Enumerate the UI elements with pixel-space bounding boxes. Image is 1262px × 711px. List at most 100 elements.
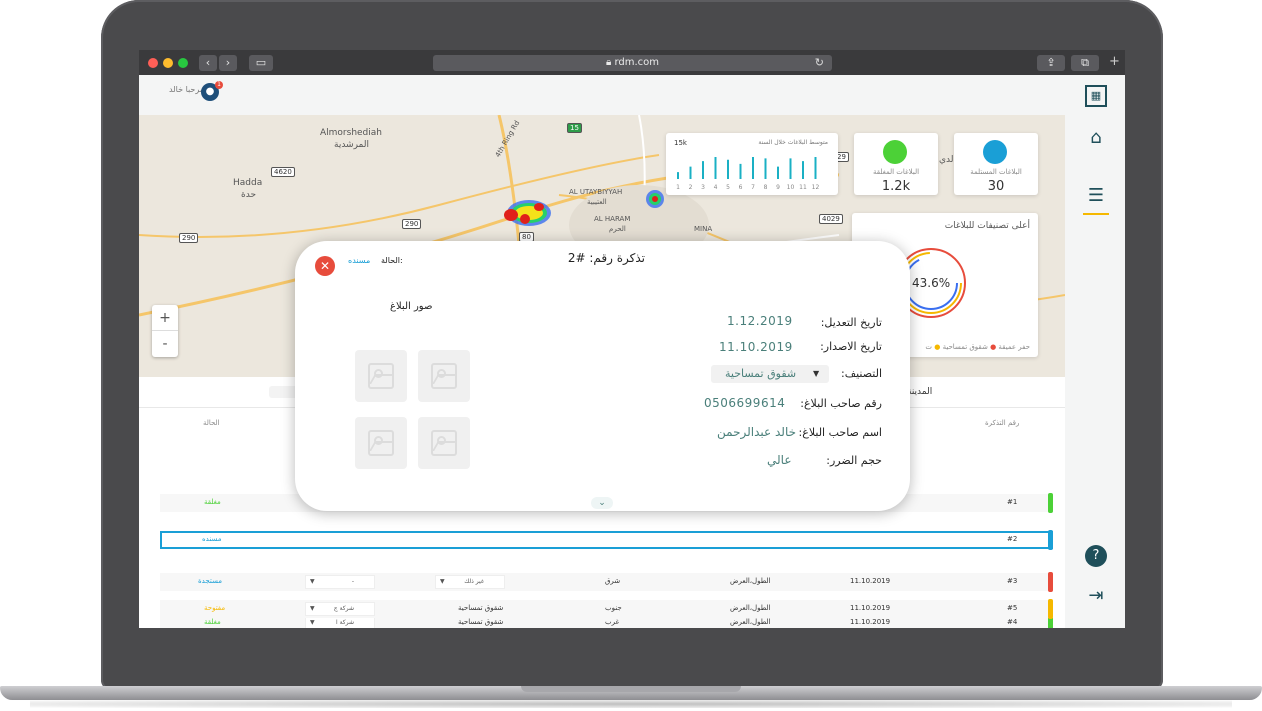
map-label-utaybiyyah-ar: العتيبية xyxy=(587,198,607,206)
date-cell: 11.10.2019 xyxy=(850,604,891,612)
zoom-control: + - xyxy=(152,305,178,357)
map-label-almorshediah: Almorshediah xyxy=(320,128,382,138)
zoom-in-button[interactable]: + xyxy=(152,305,178,331)
image-icon xyxy=(368,430,394,456)
menu-icon[interactable]: ☰ xyxy=(1085,185,1107,207)
table-row[interactable]: #5 11.10.2019 الطول،العرض جنوب شقوق تمسا… xyxy=(160,599,1053,619)
reload-icon[interactable]: ↻ xyxy=(815,55,824,71)
mini-bar-chart: متوسط البلاغات خلال السنة 15k 1234567891… xyxy=(666,133,838,195)
phone-value: 0506699614 xyxy=(704,396,786,410)
direction-cell: غرب xyxy=(605,618,620,626)
status-bar xyxy=(1048,493,1053,513)
photos-title: صور البلاغ xyxy=(390,301,433,312)
sidebar-toggle-icon[interactable]: ▭ xyxy=(249,55,273,71)
chart-bar xyxy=(764,158,767,179)
legend-item: ت xyxy=(925,343,932,351)
chevron-down-icon: ▼ xyxy=(310,578,315,585)
minimize-window-button[interactable] xyxy=(163,58,173,68)
stat-received-indicator xyxy=(983,140,1007,164)
photo-placeholder[interactable] xyxy=(418,417,470,469)
logout-icon[interactable]: ⇥ xyxy=(1085,585,1107,607)
map-label-utaybiyyah: AL UTAYBIYYAH xyxy=(569,188,623,196)
chart-tick-label: 3 xyxy=(701,184,705,191)
status-text: مفتوحة xyxy=(204,604,226,612)
photo-placeholder[interactable] xyxy=(418,350,470,402)
chart-bar xyxy=(714,157,717,179)
team-dropdown[interactable]: ▼ شركة ج xyxy=(305,602,375,616)
home-icon[interactable]: ⌂ xyxy=(1085,127,1107,149)
close-window-button[interactable] xyxy=(148,58,158,68)
chart-bar xyxy=(789,158,792,179)
forward-button[interactable]: › xyxy=(219,55,237,71)
dropdown-value: غير ذلك xyxy=(464,578,484,585)
stat-closed-indicator xyxy=(883,140,907,164)
chart-bar xyxy=(702,161,704,179)
notification-badge: 1 xyxy=(215,81,223,89)
ticket-id: #1 xyxy=(1007,498,1018,506)
status-text: مستجدة xyxy=(198,577,222,585)
tabs-icon[interactable]: ⧉ xyxy=(1071,55,1099,71)
chevron-down-icon[interactable]: ⌄ xyxy=(591,497,613,509)
chart-tick-label: 4 xyxy=(714,184,718,191)
photo-placeholder[interactable] xyxy=(355,350,407,402)
chevron-down-icon: ▼ xyxy=(310,605,315,612)
phone-label: رقم صاحب البلاغ: xyxy=(800,397,882,410)
browser-chrome: ‹ › ▭ 🔒︎ rdm.com ↻ ⇪ ⧉ + xyxy=(139,50,1125,75)
chart-bar xyxy=(777,166,779,179)
category-label: التصنيف: xyxy=(841,367,882,380)
chart-bar xyxy=(739,163,742,179)
dropdown-value: - xyxy=(351,578,354,585)
map-label-haram: AL HARAM xyxy=(594,215,631,223)
help-icon[interactable]: ? xyxy=(1085,545,1107,567)
zoom-out-button[interactable]: - xyxy=(152,331,178,357)
category-select[interactable]: ▼ شقوق تمساحية xyxy=(711,365,829,383)
address-bar[interactable]: 🔒︎ rdm.com ↻ xyxy=(433,55,832,71)
right-sidebar: ▦ ⌂ ☰ ? ⇥ xyxy=(1065,75,1125,628)
legend-dot: ● xyxy=(934,343,941,351)
close-icon[interactable]: ✕ xyxy=(315,256,335,276)
status-text: مسنده xyxy=(202,535,222,543)
road-shield: 290 xyxy=(179,233,199,243)
road-shield: 290 xyxy=(402,219,422,229)
chart-tick-label: 5 xyxy=(726,184,730,191)
status-text: مغلقة xyxy=(204,498,221,506)
map-label-hadda: Hadda xyxy=(233,178,263,188)
status-text: مغلقة xyxy=(204,618,221,626)
new-tab-icon[interactable]: + xyxy=(1109,54,1120,69)
chart-bar xyxy=(752,157,754,179)
chart-tick-label: 9 xyxy=(776,184,780,191)
chart-bar xyxy=(727,159,729,179)
team-dropdown[interactable]: ▼ - xyxy=(305,575,375,589)
table-row-selected[interactable]: #2 مسنده xyxy=(160,530,1053,550)
category-dropdown[interactable]: ▼ غير ذلك xyxy=(435,575,505,589)
date-cell: 11.10.2019 xyxy=(850,577,891,585)
user-icon: ● xyxy=(205,86,215,97)
back-button[interactable]: ‹ xyxy=(199,55,217,71)
tab-city[interactable]: المدينة xyxy=(907,387,932,397)
direction-cell: شرق xyxy=(605,577,621,585)
maximize-window-button[interactable] xyxy=(178,58,188,68)
grid-logo-icon[interactable]: ▦ xyxy=(1085,85,1107,107)
modal-title: تذكرة رقم: #2 xyxy=(568,251,645,265)
share-icon[interactable]: ⇪ xyxy=(1037,55,1065,71)
category-cell: شقوق تمساحية xyxy=(458,604,504,612)
legend-item: شقوق تمساحية xyxy=(942,343,988,351)
ticket-modal: ✕ الحالة: مسنده تذكرة رقم: #2 تاريخ التع… xyxy=(295,241,910,511)
status-value: مسنده xyxy=(348,256,371,265)
chart-tick-label: 1 xyxy=(676,184,680,191)
chart-bar xyxy=(802,161,804,179)
image-icon xyxy=(431,430,457,456)
status-bar xyxy=(1048,599,1053,619)
status-bar xyxy=(1048,530,1053,550)
damage-label: حجم الضرر: xyxy=(826,454,882,467)
photo-placeholder[interactable] xyxy=(355,417,407,469)
category-value: شقوق تمساحية xyxy=(725,367,797,380)
stat-closed-value: 1.2k xyxy=(881,179,911,194)
header-ticket: رقم التذكرة xyxy=(985,419,1020,427)
chart-bar xyxy=(677,172,679,179)
table-row[interactable]: #3 11.10.2019 الطول،العرض شرق ▼ غير ذلك ▼… xyxy=(160,572,1053,592)
damage-value: عالي xyxy=(767,453,792,467)
stat-received-label: البلاغات المستلمة xyxy=(970,168,1022,176)
url-text: rdm.com xyxy=(614,57,660,68)
ticket-id: #2 xyxy=(1007,535,1018,543)
